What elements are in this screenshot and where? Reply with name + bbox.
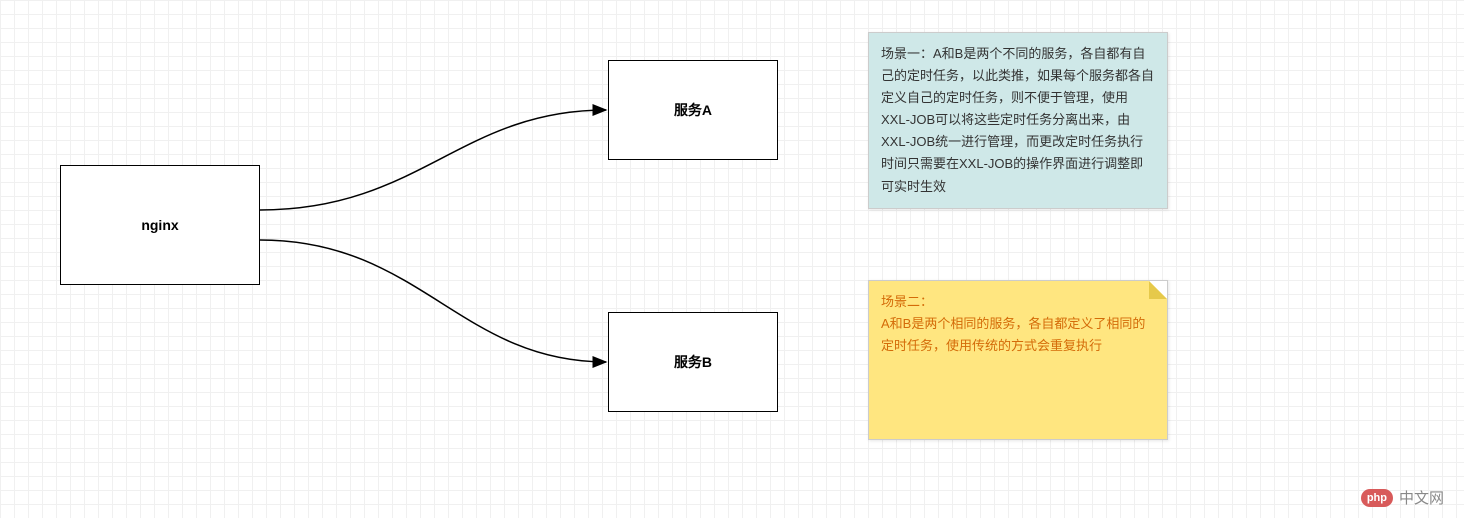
node-service-a-label: 服务A [674,100,712,120]
note-scenario-1-text: 场景一：A和B是两个不同的服务，各自都有自己的定时任务，以此类推，如果每个服务都… [881,46,1154,194]
note-scenario-2-body: A和B是两个相同的服务，各自都定义了相同的定时任务，使用传统的方式会重复执行 [881,313,1155,357]
node-nginx-label: nginx [141,217,178,233]
watermark-badge: php [1361,489,1393,507]
note-scenario-1[interactable]: 场景一：A和B是两个不同的服务，各自都有自己的定时任务，以此类推，如果每个服务都… [868,32,1168,209]
node-nginx[interactable]: nginx [60,165,260,285]
note-scenario-2-title: 场景二： [881,291,1155,313]
node-service-b-label: 服务B [674,352,712,372]
node-service-a[interactable]: 服务A [608,60,778,160]
note-scenario-2[interactable]: 场景二： A和B是两个相同的服务，各自都定义了相同的定时任务，使用传统的方式会重… [868,280,1168,440]
watermark: php 中文网 [1361,487,1444,508]
node-service-b[interactable]: 服务B [608,312,778,412]
watermark-text: 中文网 [1399,487,1444,508]
